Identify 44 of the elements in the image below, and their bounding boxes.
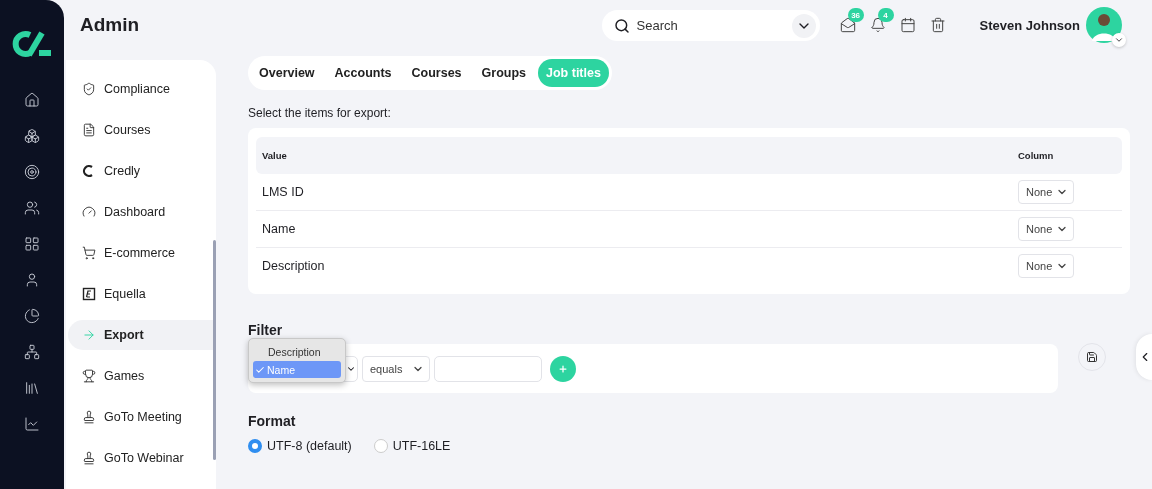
table-cell: Description — [262, 259, 325, 273]
sidebar-label: Compliance — [104, 82, 170, 96]
instruction-text: Select the items for export: — [248, 106, 392, 120]
page-title: Admin — [80, 14, 141, 36]
sidebar-label: Games — [104, 369, 145, 383]
table-cell: Name — [262, 222, 296, 236]
column-select[interactable]: None — [1018, 180, 1075, 204]
sidebar-item[interactable]: Dashboard — [68, 197, 216, 227]
sidebar-label: Export — [104, 328, 144, 342]
sidebar-label: GoTo Webinar — [104, 451, 184, 465]
notification-count: 4 — [877, 8, 894, 22]
sidebar-item[interactable]: Equella — [68, 279, 216, 309]
column-header: Value — [256, 137, 1012, 174]
user-name: Steven Johnson — [979, 17, 1080, 33]
tab[interactable]: Accounts — [326, 59, 400, 87]
sidebar-item[interactable]: GoTo Webinar — [68, 443, 216, 473]
sidebar-label: Credly — [104, 164, 141, 178]
search-field[interactable]: Search — [601, 9, 820, 41]
sidebar-item[interactable]: Games — [68, 361, 216, 391]
dropdown-option[interactable]: Description — [253, 343, 341, 360]
sidebar-item[interactable]: Credly — [68, 156, 216, 186]
column-select[interactable]: None — [1018, 217, 1075, 241]
sidebar-label: Equella — [104, 287, 146, 301]
sidebar-item[interactable]: E-commerce — [68, 238, 216, 268]
column-select[interactable]: None — [1018, 254, 1075, 278]
sidebar-label: Dashboard — [104, 205, 166, 219]
sidebar-label: GoTo Meeting — [104, 410, 182, 424]
sidebar-item[interactable]: GoTo Meeting — [68, 402, 216, 432]
sidebar-label: Courses — [104, 123, 151, 137]
sidebar-item[interactable]: Compliance — [68, 74, 216, 104]
message-count: 36 — [847, 8, 864, 22]
column-header: Column — [1012, 137, 1122, 174]
section-title: Format — [248, 413, 297, 429]
operator-select[interactable]: equals — [362, 355, 430, 382]
radio-option[interactable]: UTF-8 (default) — [248, 439, 352, 453]
tab[interactable]: Courses — [403, 59, 470, 87]
sidebar-label: E-commerce — [104, 246, 175, 260]
tab[interactable]: Groups — [473, 59, 535, 87]
sidebar-item[interactable]: Export — [68, 320, 216, 350]
section-title: Filter — [248, 322, 284, 338]
tab[interactable]: Overview — [251, 59, 323, 87]
table-cell: LMS ID — [262, 185, 304, 199]
sidebar-item[interactable]: Courses — [68, 115, 216, 145]
radio-option[interactable]: UTF-16LE — [373, 439, 451, 453]
